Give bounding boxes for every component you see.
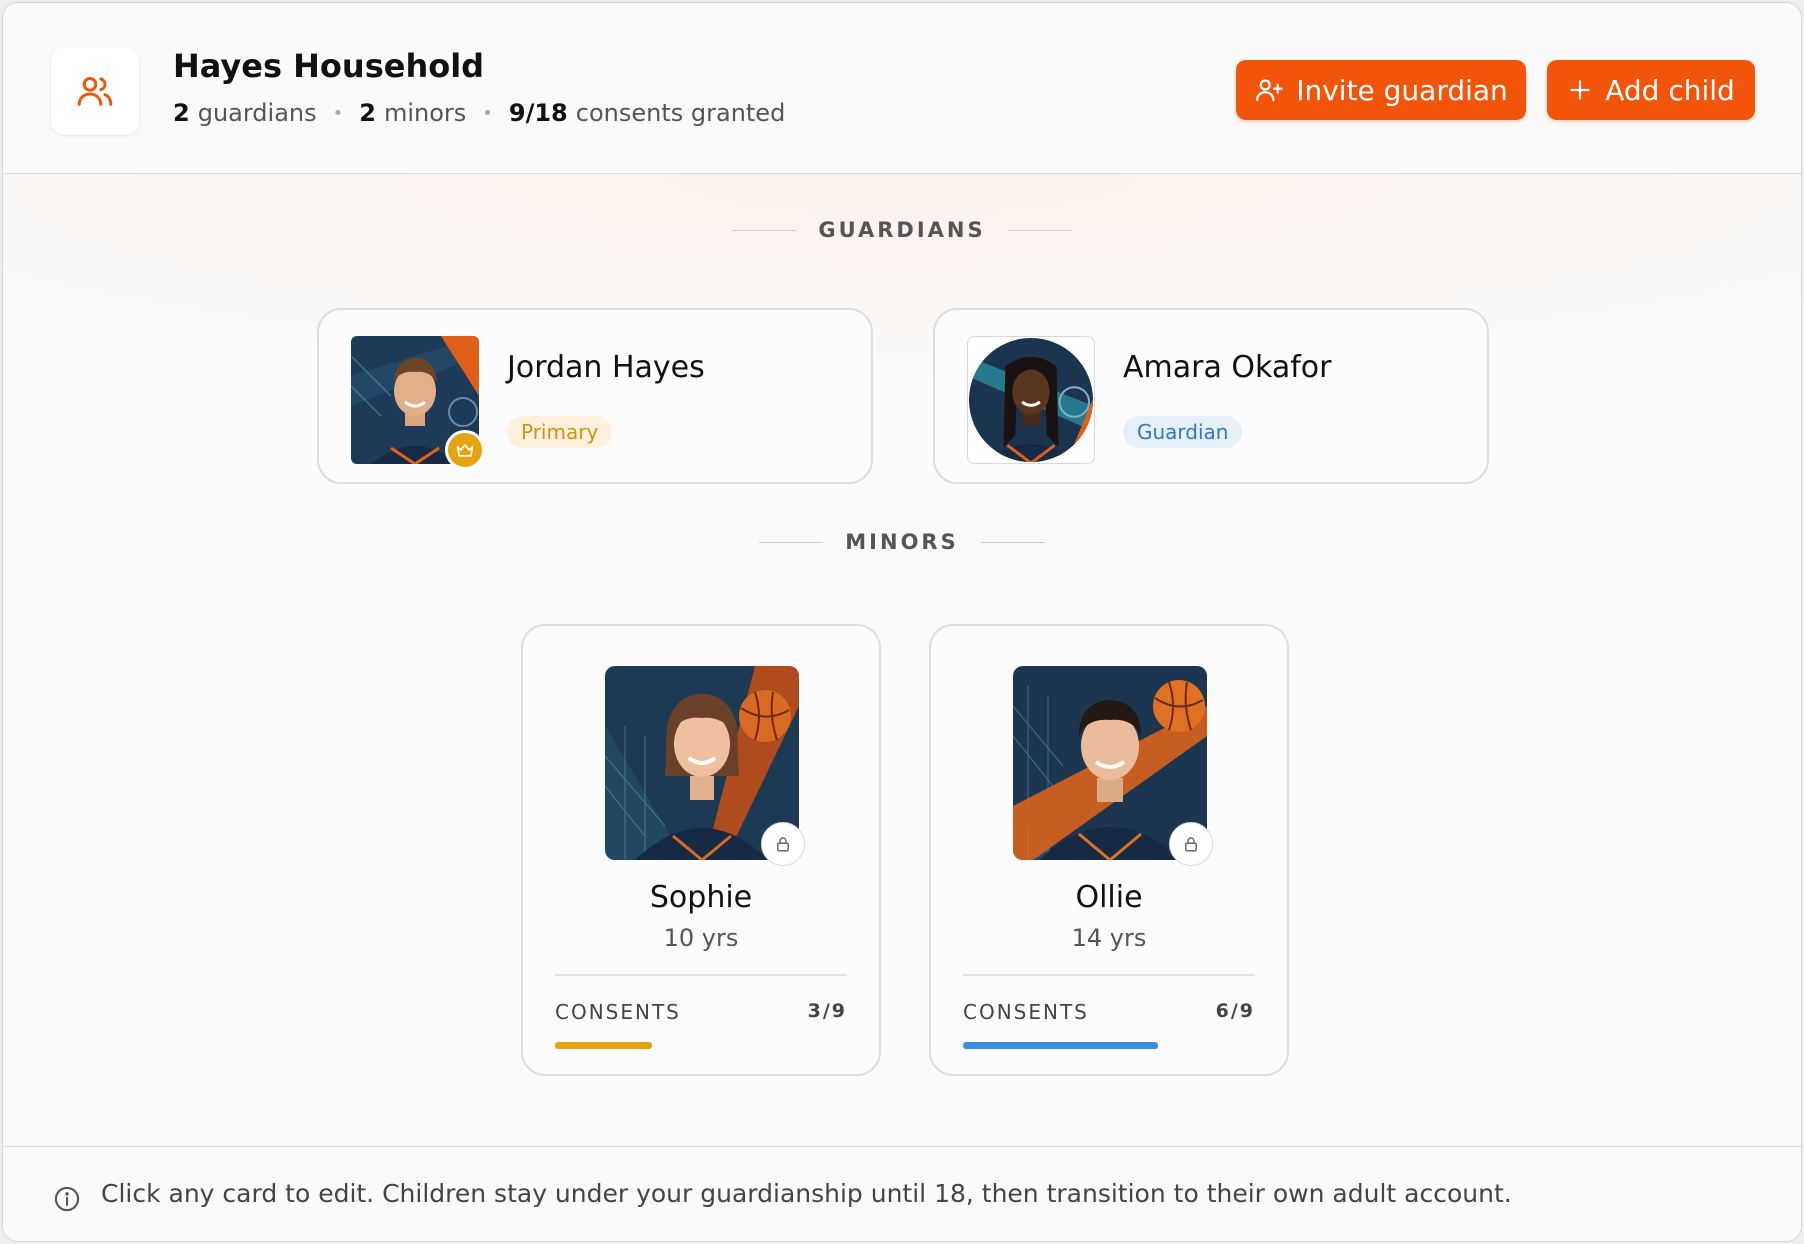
avatar: [967, 336, 1095, 464]
minors-word: minors: [383, 99, 467, 127]
divider: [555, 974, 847, 976]
lock-icon: [1169, 822, 1213, 866]
guardian-name: Jordan Hayes: [507, 350, 705, 385]
child-age: 14 yrs: [1071, 924, 1147, 952]
household-stats: 2 guardians • 2 minors • 9/18 consents g…: [173, 99, 785, 127]
role-badge-primary: Primary: [507, 416, 613, 448]
minor-card-sophie[interactable]: Sophie 10 yrs CONSENTS 3/9: [521, 624, 881, 1076]
minors-count: 2: [359, 99, 376, 127]
household-header: Hayes Household 2 guardians • 2 minors •…: [3, 3, 1801, 174]
plus-icon: [1570, 80, 1590, 100]
invite-guardian-button[interactable]: Invite guardian: [1236, 60, 1526, 120]
separator-dot: •: [482, 102, 493, 124]
add-child-label: Add child: [1605, 73, 1735, 107]
minors-section-label: MINORS: [3, 530, 1801, 554]
household-title: Hayes Household: [173, 47, 485, 85]
footer-note: Click any card to edit. Children stay un…: [101, 1179, 1512, 1208]
minor-card-ollie[interactable]: Ollie 14 yrs CONSENTS 6/9: [929, 624, 1289, 1076]
consents-word: consents granted: [575, 99, 786, 127]
guardians-count: 2: [173, 99, 190, 127]
family-tree: GUARDIANS Jordan Hayes Primary Amara Oka…: [3, 174, 1801, 1146]
users-icon: [51, 47, 139, 135]
consents-label: CONSENTS: [963, 1000, 1089, 1024]
guardians-section-label: GUARDIANS: [3, 218, 1801, 242]
consents-progress-bar: [963, 1042, 1158, 1049]
child-name: Sophie: [649, 880, 753, 915]
consents-progress-bar: [555, 1042, 652, 1049]
consents-value: 9/18: [508, 99, 568, 127]
role-badge-guardian: Guardian: [1123, 416, 1243, 448]
consents-label: CONSENTS: [555, 1000, 681, 1024]
crown-icon: [445, 430, 485, 470]
child-name: Ollie: [1075, 880, 1143, 915]
guardian-name: Amara Okafor: [1123, 350, 1332, 385]
guardian-card-jordan[interactable]: Jordan Hayes Primary: [317, 308, 873, 484]
footer: Click any card to edit. Children stay un…: [3, 1146, 1801, 1241]
child-age: 10 yrs: [663, 924, 739, 952]
add-child-button[interactable]: Add child: [1547, 60, 1755, 120]
separator-dot: •: [332, 102, 344, 124]
consents-count: 3/9: [807, 1000, 847, 1022]
lock-icon: [761, 822, 805, 866]
info-icon: [53, 1185, 81, 1217]
divider: [963, 974, 1255, 976]
user-plus-icon: [1256, 79, 1283, 102]
invite-guardian-label: Invite guardian: [1296, 73, 1508, 107]
household-panel: Hayes Household 2 guardians • 2 minors •…: [2, 2, 1802, 1242]
guardian-card-amara[interactable]: Amara Okafor Guardian: [933, 308, 1489, 484]
consents-count: 6/9: [1215, 1000, 1255, 1022]
guardians-word: guardians: [197, 99, 317, 127]
